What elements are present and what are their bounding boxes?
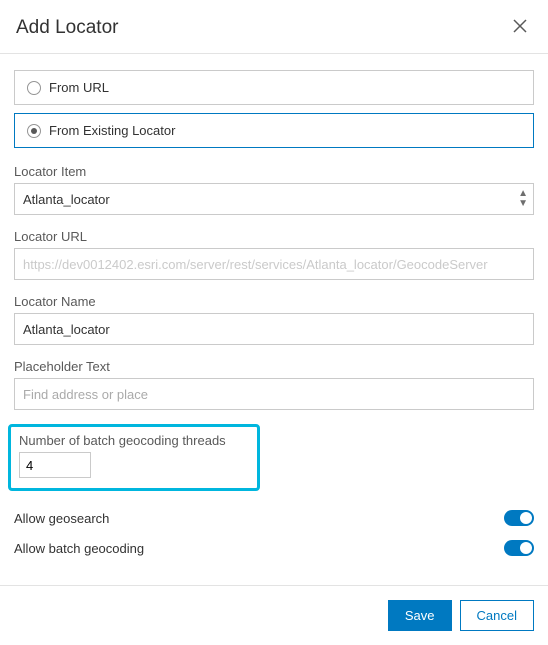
allow-geosearch-label: Allow geosearch <box>14 511 109 526</box>
allow-geosearch-toggle[interactable] <box>504 510 534 526</box>
locator-item-label: Locator Item <box>14 164 534 179</box>
close-button[interactable] <box>508 14 532 41</box>
locator-item-select[interactable]: Atlanta_locator <box>14 183 534 215</box>
radio-icon-checked <box>27 124 41 138</box>
batch-threads-highlight: Number of batch geocoding threads <box>8 424 260 491</box>
batch-threads-input[interactable] <box>19 452 91 478</box>
radio-from-url-label: From URL <box>49 80 109 95</box>
radio-from-existing[interactable]: From Existing Locator <box>14 113 534 148</box>
cancel-button[interactable]: Cancel <box>460 600 534 631</box>
allow-batch-label: Allow batch geocoding <box>14 541 144 556</box>
placeholder-text-label: Placeholder Text <box>14 359 534 374</box>
close-icon <box>512 22 528 37</box>
radio-from-url[interactable]: From URL <box>14 70 534 105</box>
dialog-title: Add Locator <box>16 17 118 39</box>
locator-url-input <box>14 248 534 280</box>
locator-name-input[interactable] <box>14 313 534 345</box>
placeholder-text-input[interactable] <box>14 378 534 410</box>
batch-threads-label: Number of batch geocoding threads <box>19 433 249 448</box>
locator-url-label: Locator URL <box>14 229 534 244</box>
save-button[interactable]: Save <box>388 600 452 631</box>
radio-from-existing-label: From Existing Locator <box>49 123 175 138</box>
allow-batch-toggle[interactable] <box>504 540 534 556</box>
locator-name-label: Locator Name <box>14 294 534 309</box>
radio-icon <box>27 81 41 95</box>
